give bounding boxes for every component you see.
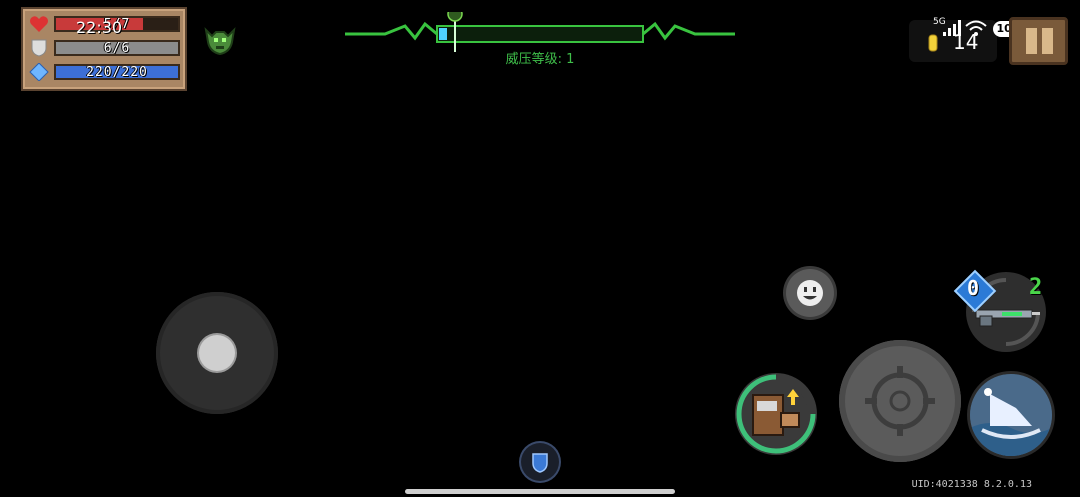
armor-bar: 6/6 (54, 40, 180, 56)
energy-row: 220/220 (29, 63, 181, 81)
pause-button[interactable] (1009, 17, 1068, 65)
energy-cost: 0 (967, 276, 980, 300)
joystick-knob[interactable] (199, 335, 235, 371)
status-cluster: 5G 100 14 (909, 17, 1023, 62)
heart-icon (30, 16, 48, 32)
demon-buff-icon (204, 27, 236, 56)
skill-button[interactable] (970, 374, 1052, 456)
armor-text: 6/6 (103, 41, 131, 56)
character-buff-button[interactable] (735, 373, 817, 455)
crosshair-icon (865, 366, 935, 436)
coin-icon (928, 34, 938, 52)
energy-bar: 220/220 (54, 64, 180, 80)
coin-count: 14 (953, 30, 979, 54)
shield-ability-button[interactable] (521, 443, 559, 481)
buff-portrait-icon (736, 374, 816, 454)
smiley-icon (797, 280, 823, 306)
emote-button[interactable] (786, 269, 834, 317)
armor-row: 6/6 (29, 39, 181, 57)
energy-text: 220/220 (86, 65, 148, 80)
ship-skill-icon (970, 374, 1052, 456)
overlay-clock: 22:30 (76, 18, 123, 37)
energy-gem-icon (29, 63, 49, 81)
weapon-slot-number: 2 (1029, 275, 1043, 300)
attack-button[interactable] (839, 340, 961, 462)
shield-icon (31, 39, 47, 57)
home-indicator[interactable] (405, 489, 675, 494)
threat-level-label: 威压等级: 1 (505, 52, 575, 67)
uid-version-label: UID:4021338 8.2.0.13 (911, 479, 1032, 490)
shield-badge-icon (532, 453, 548, 473)
